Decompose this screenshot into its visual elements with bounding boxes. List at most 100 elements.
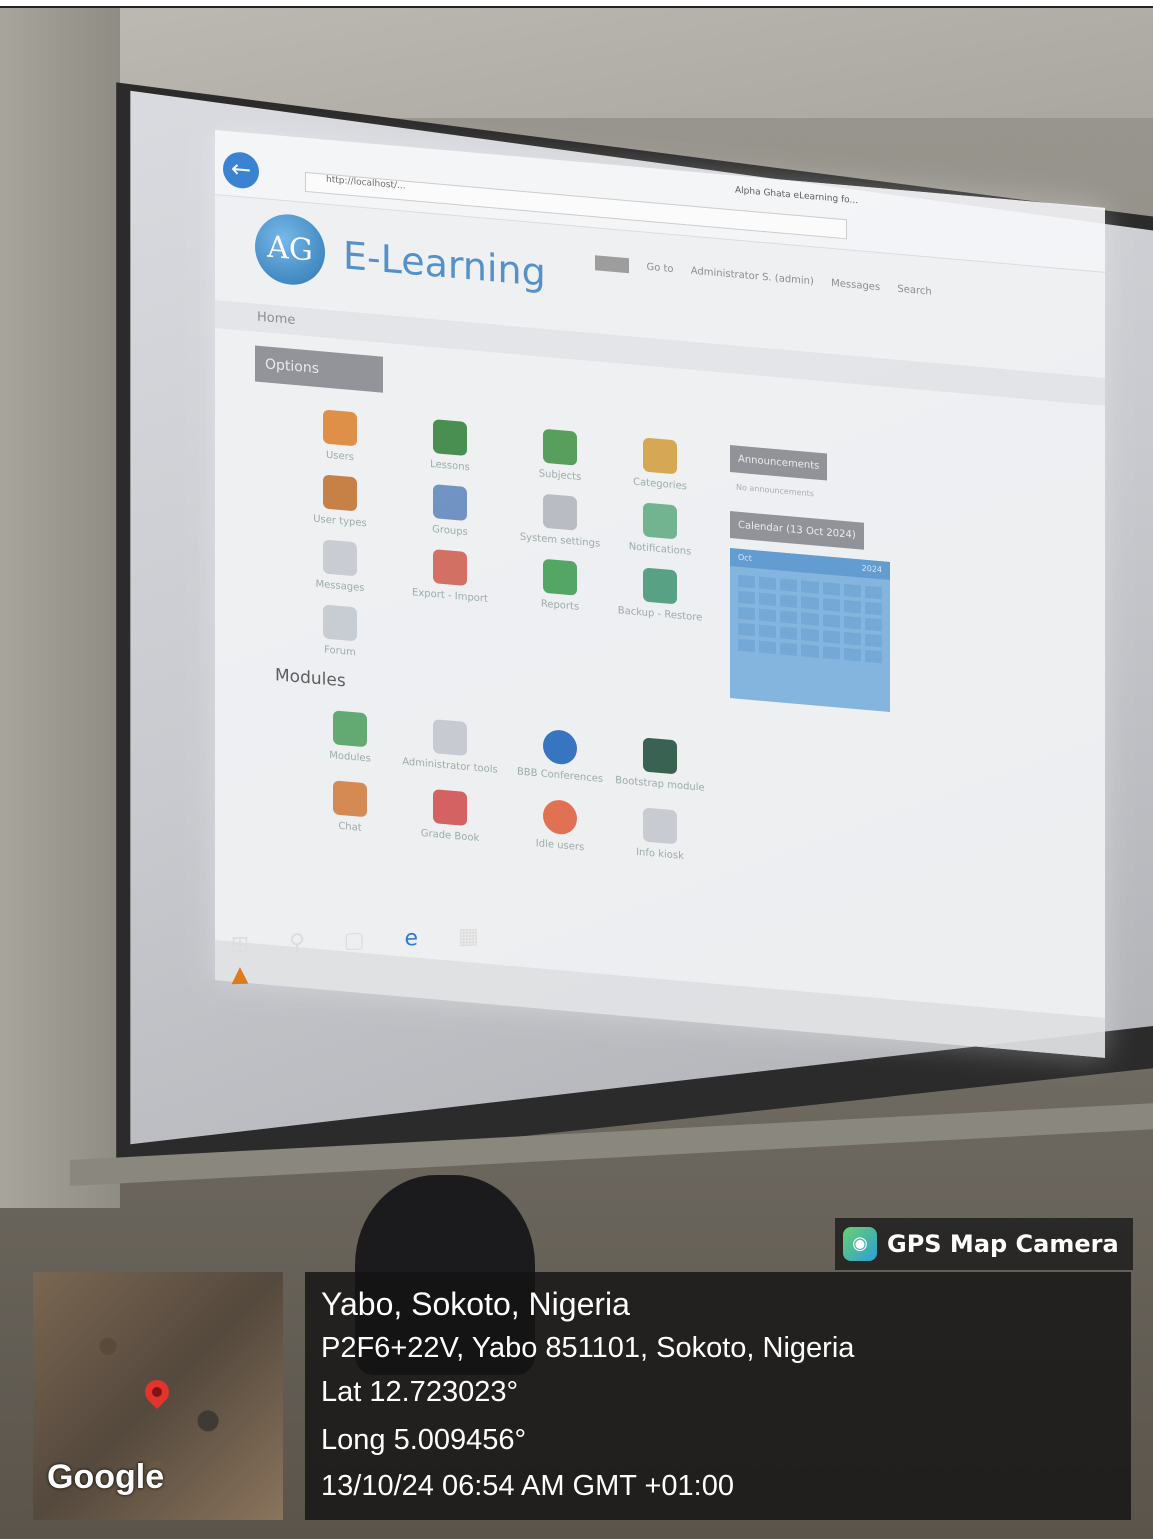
puzzle-icon xyxy=(333,710,367,748)
option-notifications[interactable]: Notifications xyxy=(605,499,715,560)
nav-pill[interactable] xyxy=(595,255,630,274)
wrench-icon xyxy=(543,493,577,531)
nav-goto[interactable]: Go to xyxy=(646,262,673,275)
place-name: Yabo, Sokoto, Nigeria xyxy=(321,1286,630,1322)
module-label: Bootstrap module xyxy=(615,775,705,794)
option-reports[interactable]: Reports xyxy=(505,555,615,616)
module-info-kiosk[interactable]: Info kiosk xyxy=(605,804,715,865)
right-column: Announcements No announcements Calendar … xyxy=(730,445,1090,729)
module-admin-tools[interactable]: Administrator tools xyxy=(395,716,505,777)
reports-icon xyxy=(543,558,577,596)
file-explorer-icon[interactable]: ▦ xyxy=(453,922,483,953)
module-label: Grade Book xyxy=(420,827,480,845)
modules-heading: Modules xyxy=(275,665,346,692)
option-groups[interactable]: Groups xyxy=(395,481,505,542)
announcements-tab[interactable]: Announcements xyxy=(730,445,828,481)
option-label: Messages xyxy=(315,578,365,595)
calendar-month: Oct xyxy=(738,552,752,563)
envelope-icon xyxy=(323,539,357,577)
gps-app-label: GPS Map Camera xyxy=(887,1230,1119,1258)
browser-tab[interactable]: Alpha Ghata eLearning fo... xyxy=(735,185,858,206)
nav-messages[interactable]: Messages xyxy=(831,278,880,293)
module-label: Info kiosk xyxy=(636,846,684,863)
option-label: User types xyxy=(313,513,367,530)
task-view-icon[interactable]: ▢ xyxy=(339,926,369,957)
option-lessons[interactable]: Lessons xyxy=(395,416,505,477)
option-system-settings[interactable]: System settings xyxy=(505,490,615,551)
module-bootstrap[interactable]: Bootstrap module xyxy=(605,734,715,795)
grade-icon xyxy=(433,789,467,827)
chat-icon xyxy=(333,780,367,818)
categories-icon xyxy=(643,437,677,475)
wrench-icon xyxy=(433,719,467,757)
option-label: Categories xyxy=(633,476,687,493)
module-bbb[interactable]: BBB Conferences xyxy=(505,725,615,786)
map-pin-icon xyxy=(140,1375,174,1409)
option-messages[interactable]: Messages xyxy=(285,536,395,597)
modules-grid: Modules Administrator tools BBB Conferen… xyxy=(285,706,725,862)
module-grade-book[interactable]: Grade Book xyxy=(395,786,505,847)
map-provider-label: Google xyxy=(47,1458,165,1496)
option-label: Notifications xyxy=(628,541,692,558)
option-label: System settings xyxy=(519,531,601,550)
option-user-types[interactable]: User types xyxy=(285,471,395,532)
windows-start-icon[interactable]: ⊞ xyxy=(225,930,255,961)
notifications-icon xyxy=(643,502,677,540)
nav-user[interactable]: Administrator S. (admin) xyxy=(691,266,814,288)
option-label: Subjects xyxy=(538,468,582,484)
top-nav: Go to Administrator S. (admin) Messages … xyxy=(595,255,946,299)
bbb-icon xyxy=(543,728,577,766)
module-label: Modules xyxy=(329,749,371,765)
option-label: Groups xyxy=(432,524,468,539)
clock-icon xyxy=(543,798,577,836)
option-label: Export - Import xyxy=(412,587,488,605)
calendar-days xyxy=(730,566,890,672)
option-backup-restore[interactable]: Backup - Restore xyxy=(605,564,715,625)
users-icon xyxy=(323,409,357,447)
option-label: Reports xyxy=(540,598,580,613)
home-link[interactable]: Home xyxy=(257,310,295,328)
site-title: E-Learning xyxy=(343,233,546,295)
module-idle-users[interactable]: Idle users xyxy=(505,795,615,856)
forum-icon xyxy=(323,604,357,642)
calendar-widget: Oct 2024 xyxy=(730,548,890,713)
info-icon xyxy=(643,807,677,845)
subjects-icon xyxy=(543,428,577,466)
calendar-year: 2024 xyxy=(861,563,882,575)
wall xyxy=(0,8,120,1208)
module-label: Idle users xyxy=(535,838,585,854)
option-label: Lessons xyxy=(430,458,470,474)
gps-app-badge: ◉ GPS Map Camera xyxy=(835,1218,1133,1270)
option-users[interactable]: Users xyxy=(285,406,395,467)
camera-pin-icon: ◉ xyxy=(843,1227,877,1261)
groups-icon xyxy=(433,484,467,522)
address: P2F6+22V, Yabo 851101, Sokoto, Nigeria xyxy=(321,1332,855,1364)
calendar-tab[interactable]: Calendar (13 Oct 2024) xyxy=(730,511,864,550)
module-label: BBB Conferences xyxy=(516,766,604,785)
user-types-icon xyxy=(323,474,357,512)
option-export-import[interactable]: Export - Import xyxy=(395,546,505,607)
longitude: Long 5.009456° xyxy=(321,1424,527,1456)
top-border xyxy=(0,0,1153,8)
module-modules[interactable]: Modules xyxy=(295,707,405,768)
options-tab[interactable]: Options xyxy=(255,345,383,393)
search-icon[interactable]: ⚲ xyxy=(282,928,312,959)
site-logo: AG xyxy=(255,211,325,288)
projected-webpage: ← http://localhost/... Alpha Ghata eLear… xyxy=(215,130,1105,1058)
module-label: Administrator tools xyxy=(402,756,498,776)
export-import-icon xyxy=(433,549,467,587)
internet-explorer-icon[interactable]: e xyxy=(396,924,426,955)
nav-search[interactable]: Search xyxy=(897,284,931,298)
option-label: Backup - Restore xyxy=(617,605,703,624)
module-chat[interactable]: Chat xyxy=(295,777,405,838)
vlc-icon[interactable]: ▲ xyxy=(225,960,255,991)
option-subjects[interactable]: Subjects xyxy=(505,425,615,486)
back-arrow-icon[interactable]: ← xyxy=(223,150,259,190)
option-label: Forum xyxy=(324,644,356,659)
backup-icon xyxy=(643,567,677,605)
option-forum[interactable]: Forum xyxy=(285,601,395,662)
map-thumbnail: Google xyxy=(33,1272,283,1520)
option-categories[interactable]: Categories xyxy=(605,434,715,495)
url-field[interactable]: http://localhost/... xyxy=(305,171,847,240)
option-label: Users xyxy=(325,449,354,464)
